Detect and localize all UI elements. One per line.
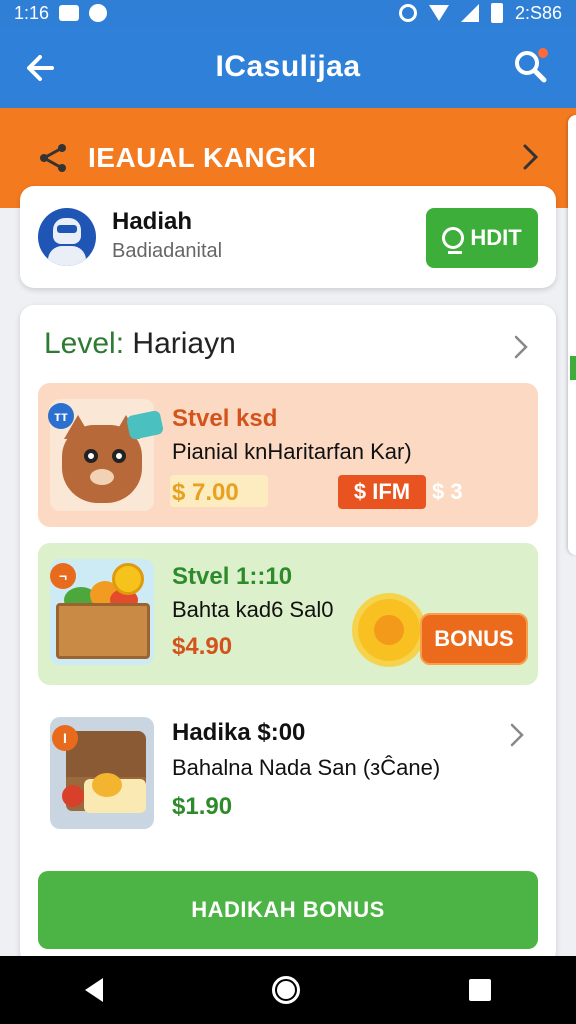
- profile-name: Hadiah: [112, 208, 193, 235]
- offer-price: $1.90: [172, 793, 233, 820]
- offer-price: $4.90: [172, 633, 233, 660]
- offer-tag-secondary: $ 3: [432, 479, 463, 504]
- notification-dot: [538, 48, 548, 58]
- offer-price: $ 7.00: [172, 479, 239, 506]
- side-card-accent: [570, 356, 576, 380]
- chevron-right-icon[interactable]: [514, 335, 528, 359]
- status-time: 1:16: [14, 2, 50, 23]
- offer-badge: I: [52, 725, 78, 751]
- offer-title: Stvel ksd: [172, 405, 278, 432]
- shield-notification-icon: [89, 4, 108, 22]
- photo-notification-icon: [59, 5, 80, 21]
- level-heading[interactable]: Level: Hariayn: [44, 327, 236, 361]
- profile-card: Hadiah Badiadanital HDIT: [20, 186, 556, 288]
- offer-card[interactable]: тт Stvel ksd Pianial knHaritarfan Kar) $…: [38, 383, 538, 527]
- cat-thumbnail: тт: [48, 399, 165, 511]
- sync-icon: [398, 4, 417, 22]
- app-title: ICasulijaa: [215, 50, 361, 83]
- chest-thumbnail: I: [50, 717, 154, 829]
- banner-text: IEAUAL KANGKI: [88, 142, 317, 173]
- nav-back-icon[interactable]: [84, 978, 103, 1002]
- hdit-button[interactable]: HDIT: [426, 208, 538, 268]
- offer-card[interactable]: I Hadika $:00 Bahalna Nada San (зĈane) $…: [38, 709, 538, 837]
- crate-thumbnail: ¬: [50, 559, 154, 665]
- wifi-icon: [428, 5, 449, 21]
- coin-icon: [112, 563, 144, 595]
- share-icon: [40, 144, 66, 172]
- avatar: [38, 208, 96, 266]
- profile-subtitle: Badiadanital: [112, 240, 223, 262]
- nav-home-icon[interactable]: [271, 976, 300, 1004]
- offers-card: Level: Hariayn тт Stvel ksd Pianial knHa…: [20, 305, 556, 965]
- side-card-edge: [568, 115, 576, 555]
- offer-title: Stvel 1::10: [172, 563, 293, 590]
- status-right-text: 2:S86: [514, 2, 562, 23]
- system-nav-bar: [0, 956, 576, 1024]
- sun-icon: [358, 599, 420, 661]
- chevron-right-icon: [510, 723, 524, 747]
- offer-desc: Bahta kad6 Sal0: [172, 597, 334, 622]
- level-label: Level:: [44, 327, 125, 360]
- search-button[interactable]: [510, 46, 550, 86]
- battery-icon: [490, 3, 503, 23]
- app-bar: ICasulijaa: [0, 26, 576, 108]
- status-bar: 1:16 2:S86: [0, 0, 576, 26]
- hadikah-bonus-button[interactable]: HADIKAH BONUS: [38, 871, 538, 949]
- level-value: Hariayn: [132, 327, 236, 360]
- offer-tag[interactable]: $ IFM: [338, 475, 426, 509]
- offer-desc: Pianial knHaritarfan Kar): [172, 439, 412, 464]
- hdit-button-label: HDIT: [470, 225, 522, 250]
- chevron-right-icon: [523, 144, 539, 170]
- offer-badge: тт: [48, 403, 74, 429]
- offer-desc: Bahalna Nada San (зĈane): [172, 755, 441, 780]
- nav-recents-icon[interactable]: [469, 979, 492, 1001]
- offer-badge: ¬: [50, 563, 76, 589]
- offer-title: Hadika $:00: [172, 719, 306, 746]
- arrow-left-icon[interactable]: [22, 48, 62, 88]
- user-icon: [442, 227, 465, 254]
- signal-icon: [460, 4, 479, 22]
- bonus-button[interactable]: BONUS: [420, 613, 528, 665]
- offer-card[interactable]: ¬ Stvel 1::10 Bahta kad6 Sal0 $4.90 BONU…: [38, 543, 538, 685]
